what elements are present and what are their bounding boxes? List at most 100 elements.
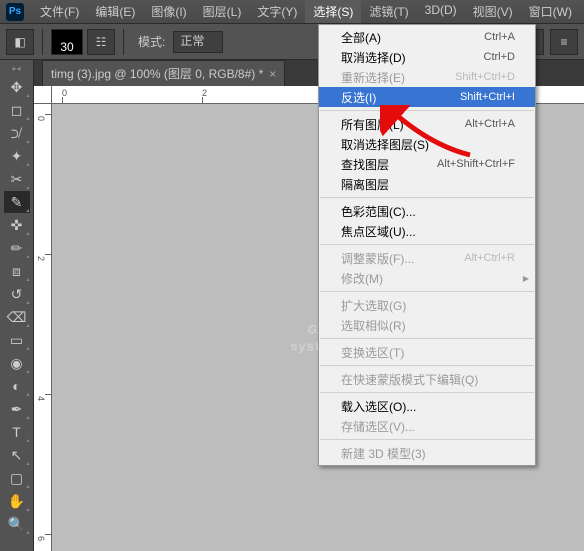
brush-panel-button[interactable]: ☷ <box>87 29 115 55</box>
close-icon[interactable]: × <box>269 67 276 81</box>
menu-separator <box>320 365 534 366</box>
menu-separator <box>320 110 534 111</box>
path-select-tool[interactable]: ↖ <box>4 444 30 466</box>
crop-tool[interactable]: ✂ <box>4 168 30 190</box>
tool-panel: ▸◂ ✥◻⟉✦✂✎✜✏⧈↺⌫▭◉◐✒T↖▢✋🔍 <box>0 60 34 551</box>
separator <box>123 29 124 55</box>
menu-item-label: 修改(M) <box>341 270 383 287</box>
menu-文字[interactable]: 文字(Y) <box>249 0 305 23</box>
eraser-tool[interactable]: ⌫ <box>4 306 30 328</box>
menu-item-label: 隔离图层 <box>341 176 389 193</box>
menu-item-label: 新建 3D 模型(3) <box>341 445 426 462</box>
healing-brush-tool[interactable]: ✜ <box>4 214 30 236</box>
menu-separator <box>320 439 534 440</box>
select-menu-dropdown: 全部(A) Ctrl+A 取消选择(D) Ctrl+D 重新选择(E) Shift+Ctr… <box>318 24 536 466</box>
menu-窗口[interactable]: 窗口(W) <box>521 0 580 23</box>
menu-item: 存储选区(V)... <box>319 416 535 436</box>
menu-3d[interactable]: 3D(D) <box>417 0 465 23</box>
hand-tool[interactable]: ✋ <box>4 490 30 512</box>
menu-图层[interactable]: 图层(L) <box>195 0 250 23</box>
menu-item[interactable]: 所有图层(L) Alt+Ctrl+A <box>319 114 535 134</box>
eyedropper-tool[interactable]: ✎ <box>4 191 30 213</box>
stamp-tool[interactable]: ⧈ <box>4 260 30 282</box>
menu-item-label: 全部(A) <box>341 29 381 46</box>
opt-icon-align[interactable]: ≡ <box>550 29 578 55</box>
menu-视图[interactable]: 视图(V) <box>465 0 521 23</box>
panel-grip[interactable]: ▸◂ <box>2 64 32 72</box>
brush-tool[interactable]: ✏ <box>4 237 30 259</box>
separator <box>42 29 43 55</box>
dodge-tool[interactable]: ◐ <box>4 375 30 397</box>
move-tool[interactable]: ✥ <box>4 76 30 98</box>
menu-bar: Ps 文件(F)编辑(E)图像(I)图层(L)文字(Y)选择(S)滤镜(T)3D… <box>0 0 584 24</box>
menu-item-label: 在快速蒙版模式下编辑(Q) <box>341 371 478 388</box>
menu-item[interactable]: 色彩范围(C)... <box>319 201 535 221</box>
menu-item: 扩大选取(G) <box>319 295 535 315</box>
menu-item: 修改(M) <box>319 268 535 288</box>
menu-item-label: 选取相似(R) <box>341 317 406 334</box>
brush-preset-swatch[interactable]: 30 <box>51 29 83 55</box>
menu-item-label: 色彩范围(C)... <box>341 203 416 220</box>
menu-item-label: 所有图层(L) <box>341 116 404 133</box>
history-brush-tool[interactable]: ↺ <box>4 283 30 305</box>
zoom-tool[interactable]: 🔍 <box>4 513 30 535</box>
type-tool[interactable]: T <box>4 421 30 443</box>
menu-item-label: 载入选区(O)... <box>341 398 416 415</box>
menu-item-shortcut: Shift+Ctrl+D <box>455 71 515 83</box>
menu-文件[interactable]: 文件(F) <box>32 0 87 23</box>
blend-mode-select[interactable]: 正常 <box>173 31 223 53</box>
menu-item[interactable]: 查找图层 Alt+Shift+Ctrl+F <box>319 154 535 174</box>
menu-separator <box>320 244 534 245</box>
menu-item-label: 取消选择(D) <box>341 49 406 66</box>
menu-separator <box>320 392 534 393</box>
app-logo: Ps <box>6 3 24 21</box>
menu-item[interactable]: 反选(I) Shift+Ctrl+I <box>319 87 535 107</box>
lasso-tool[interactable]: ⟉ <box>4 122 30 144</box>
document-tab[interactable]: timg (3).jpg @ 100% (图层 0, RGB/8#) * × <box>42 60 285 86</box>
menu-选择[interactable]: 选择(S) <box>305 0 361 23</box>
menu-item: 重新选择(E) Shift+Ctrl+D <box>319 67 535 87</box>
menu-item[interactable]: 取消选择(D) Ctrl+D <box>319 47 535 67</box>
menu-item-shortcut: Alt+Ctrl+R <box>464 252 515 264</box>
menu-item[interactable]: 隔离图层 <box>319 174 535 194</box>
menu-item: 新建 3D 模型(3) <box>319 443 535 463</box>
menu-item-label: 查找图层 <box>341 156 389 173</box>
blur-tool[interactable]: ◉ <box>4 352 30 374</box>
menu-item-label: 变换选区(T) <box>341 344 404 361</box>
menu-item-shortcut: Shift+Ctrl+I <box>460 91 515 103</box>
document-tab-title: timg (3).jpg @ 100% (图层 0, RGB/8#) * <box>51 65 263 82</box>
gradient-tool[interactable]: ▭ <box>4 329 30 351</box>
magic-wand-tool[interactable]: ✦ <box>4 145 30 167</box>
menu-item[interactable]: 焦点区域(U)... <box>319 221 535 241</box>
menu-item-shortcut: Alt+Ctrl+A <box>465 118 515 130</box>
menu-item-label: 存储选区(V)... <box>341 418 415 435</box>
menu-item-shortcut: Ctrl+D <box>484 51 515 63</box>
menu-图像[interactable]: 图像(I) <box>143 0 194 23</box>
menu-item-label: 调整蒙版(F)... <box>341 250 414 267</box>
menu-item: 调整蒙版(F)... Alt+Ctrl+R <box>319 248 535 268</box>
menu-separator <box>320 338 534 339</box>
menu-item[interactable]: 载入选区(O)... <box>319 396 535 416</box>
ruler-vertical: 0246 <box>34 104 52 551</box>
marquee-tool[interactable]: ◻ <box>4 99 30 121</box>
menu-item-label: 重新选择(E) <box>341 69 405 86</box>
tool-preset-button[interactable]: ◧ <box>6 29 34 55</box>
menu-item[interactable]: 取消选择图层(S) <box>319 134 535 154</box>
menu-item-shortcut: Alt+Shift+Ctrl+F <box>437 158 515 170</box>
shape-tool[interactable]: ▢ <box>4 467 30 489</box>
menu-编辑[interactable]: 编辑(E) <box>87 0 143 23</box>
menu-滤镜[interactable]: 滤镜(T) <box>361 0 416 23</box>
menu-separator <box>320 291 534 292</box>
blend-mode-value: 正常 <box>180 34 204 48</box>
menu-item-shortcut: Ctrl+A <box>484 31 515 43</box>
menu-item-label: 焦点区域(U)... <box>341 223 416 240</box>
pen-tool[interactable]: ✒ <box>4 398 30 420</box>
menu-item: 变换选区(T) <box>319 342 535 362</box>
menu-item-label: 反选(I) <box>341 89 376 106</box>
menu-item-label: 取消选择图层(S) <box>341 136 429 153</box>
blend-mode-label: 模式: <box>138 33 165 50</box>
menu-item: 在快速蒙版模式下编辑(Q) <box>319 369 535 389</box>
ruler-corner <box>34 86 52 104</box>
menu-item[interactable]: 全部(A) Ctrl+A <box>319 27 535 47</box>
brush-size-value: 30 <box>60 40 73 54</box>
